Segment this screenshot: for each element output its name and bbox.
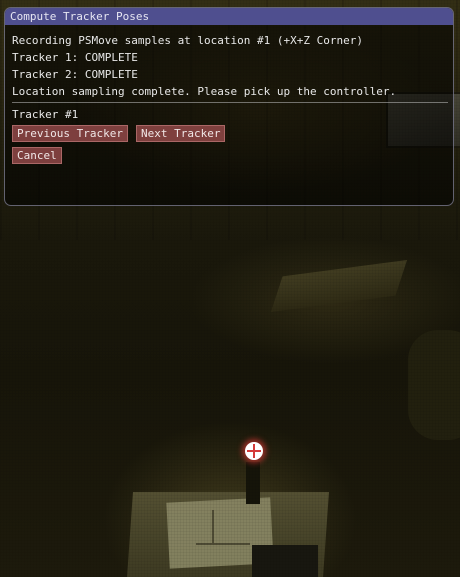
window-content: Recording PSMove samples at location #1 … [5, 25, 453, 164]
next-tracker-button[interactable]: Next Tracker [135, 125, 226, 142]
tracker-1-status-text: Tracker 1: COMPLETE [12, 51, 138, 64]
tracking-marker-icon [245, 442, 263, 460]
recording-status-text: Recording PSMove samples at location #1 … [12, 34, 363, 47]
separator [12, 102, 448, 103]
previous-tracker-button[interactable]: Previous Tracker [12, 125, 128, 142]
window-title-bar[interactable]: Compute Tracker Poses [5, 8, 453, 25]
current-tracker-label: Tracker #1 [12, 108, 79, 121]
cancel-button[interactable]: Cancel [12, 147, 62, 164]
cancel-row: Cancel [12, 147, 453, 164]
window-title: Compute Tracker Poses [10, 10, 150, 23]
completion-message-text: Location sampling complete. Please pick … [12, 85, 397, 98]
tracker-navigation-row: Previous Tracker Next Tracker [12, 125, 453, 142]
tracker-2-status-text: Tracker 2: COMPLETE [12, 68, 138, 81]
compute-tracker-poses-window: Compute Tracker Poses Recording PSMove s… [4, 7, 454, 206]
